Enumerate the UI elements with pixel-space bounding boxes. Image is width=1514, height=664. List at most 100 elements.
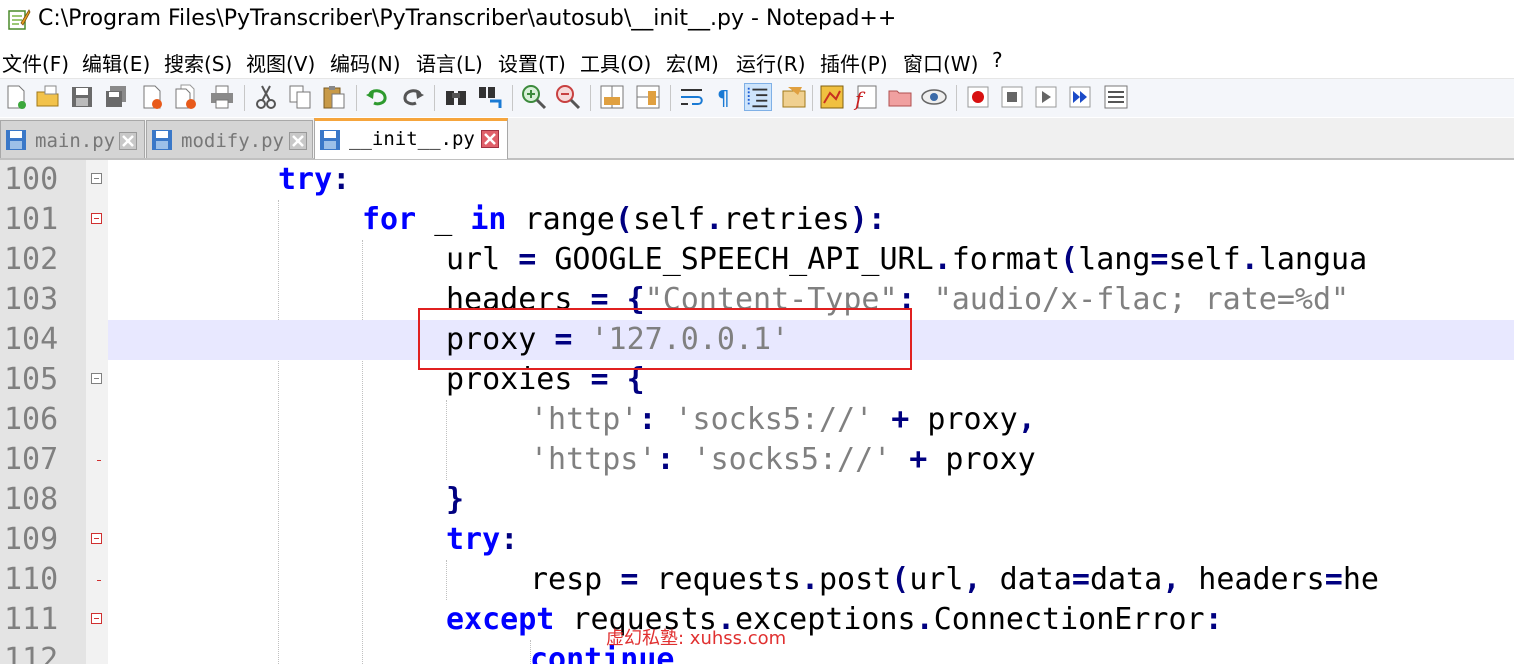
menu-encoding[interactable]: 编码(N): [330, 48, 401, 77]
line-number: 102: [4, 242, 59, 277]
menu-help[interactable]: ?: [992, 48, 1003, 72]
code-line[interactable]: 106 'http': 'socks5://' + proxy,: [0, 400, 1514, 440]
play-macro-icon[interactable]: [1032, 83, 1060, 111]
menu-file[interactable]: 文件(F): [2, 48, 69, 77]
toolbar-separator: [812, 85, 813, 111]
fold-toggle[interactable]: [91, 373, 102, 384]
svg-text:¶: ¶: [717, 86, 730, 110]
tab-close-icon[interactable]: [289, 132, 307, 150]
save-icon[interactable]: [68, 83, 96, 111]
code-text: try:: [446, 522, 519, 557]
new-file-icon[interactable]: [2, 83, 30, 111]
code-line[interactable]: 110 resp = requests.post(url, data=data,…: [0, 560, 1514, 600]
monitoring-icon[interactable]: [920, 83, 948, 111]
save-macro-icon[interactable]: [1102, 83, 1130, 111]
line-number: 100: [4, 162, 59, 197]
indent-guide-button[interactable]: [744, 83, 772, 111]
toolbar-separator: [670, 85, 671, 111]
tab-label: __init__.py: [349, 128, 475, 150]
line-number: 105: [4, 362, 59, 397]
print-icon[interactable]: [208, 83, 236, 111]
line-number: 110: [4, 562, 59, 597]
tab-close-icon[interactable]: [119, 132, 137, 150]
line-number: 103: [4, 282, 59, 317]
line-number: 112: [4, 642, 59, 664]
redo-icon[interactable]: [398, 83, 426, 111]
toolbar: ¶ f: [0, 78, 1514, 117]
toolbar-separator: [244, 85, 245, 111]
sync-vertical-icon[interactable]: [598, 83, 626, 111]
fold-end-marker: [97, 580, 101, 581]
zoom-in-icon[interactable]: [520, 83, 548, 111]
tab-main-py[interactable]: main.py: [0, 120, 145, 158]
tab-label: modify.py: [181, 130, 284, 152]
menu-macro[interactable]: 宏(M): [666, 48, 719, 77]
record-macro-icon[interactable]: [964, 83, 992, 111]
undo-icon[interactable]: [364, 83, 392, 111]
zoom-out-icon[interactable]: [554, 83, 582, 111]
code-line[interactable]: 100 try:: [0, 160, 1514, 200]
tab-modify-py[interactable]: modify.py: [146, 120, 313, 158]
menu-edit[interactable]: 编辑(E): [82, 48, 150, 77]
cut-icon[interactable]: [252, 83, 280, 111]
annotation-highlight-box: [418, 308, 912, 370]
function-list-icon[interactable]: f: [852, 83, 880, 111]
paste-icon[interactable]: [320, 83, 348, 111]
folder-workspace-icon[interactable]: [886, 83, 914, 111]
toolbar-separator: [590, 85, 591, 111]
sync-horizontal-icon[interactable]: [634, 83, 662, 111]
indent-guide-icon: [747, 87, 768, 108]
open-file-icon[interactable]: [34, 83, 62, 111]
copy-icon[interactable]: [286, 83, 314, 111]
stop-macro-icon[interactable]: [998, 83, 1026, 111]
fold-toggle[interactable]: [91, 173, 102, 184]
find-icon[interactable]: [442, 83, 470, 111]
close-all-icon[interactable]: [172, 83, 200, 111]
user-lang-icon[interactable]: [780, 83, 808, 111]
fold-toggle[interactable]: [91, 613, 102, 624]
close-icon[interactable]: [138, 83, 166, 111]
tab-init-py[interactable]: __init__.py: [314, 118, 508, 159]
title-bar: C:\Program Files\PyTranscriber\PyTranscr…: [0, 0, 1514, 40]
tab-close-icon[interactable]: [481, 130, 499, 148]
code-text: 'http': 'socks5://' + proxy,: [530, 402, 1036, 437]
file-saved-icon: [320, 130, 340, 150]
menu-run[interactable]: 运行(R): [736, 48, 806, 77]
window-title: C:\Program Files\PyTranscriber\PyTranscr…: [38, 6, 897, 31]
code-text: }: [446, 482, 465, 517]
file-saved-icon: [6, 130, 26, 150]
code-line[interactable]: 102 url = GOOGLE_SPEECH_API_URL.format(l…: [0, 240, 1514, 280]
line-number: 104: [4, 322, 59, 357]
code-text: resp = requests.post(url, data=data, hea…: [530, 562, 1379, 597]
fold-toggle[interactable]: [91, 533, 102, 544]
code-line[interactable]: 101 for _ in range(self.retries):: [0, 200, 1514, 240]
tab-label: main.py: [35, 130, 116, 152]
word-wrap-icon[interactable]: [678, 83, 706, 111]
line-number: 111: [4, 602, 59, 637]
code-editor[interactable]: 100 try: 101 for _ in range(self.retries…: [0, 160, 1514, 664]
code-line[interactable]: 107 'https': 'socks5://' + proxy: [0, 440, 1514, 480]
menu-settings[interactable]: 设置(T): [498, 48, 566, 77]
replace-icon[interactable]: [476, 83, 504, 111]
code-line[interactable]: 109 try:: [0, 520, 1514, 560]
run-macro-multiple-icon[interactable]: [1066, 83, 1094, 111]
notepad-plus-plus-icon: [8, 9, 31, 30]
menu-search[interactable]: 搜索(S): [164, 48, 232, 77]
watermark-text: 虚幻私塾: xuhss.com: [606, 628, 787, 649]
save-all-icon[interactable]: [102, 83, 130, 111]
menu-bar: 文件(F) 编辑(E) 搜索(S) 视图(V) 编码(N) 语言(L) 设置(T…: [0, 44, 1514, 78]
doc-map-icon[interactable]: [818, 83, 846, 111]
code-line[interactable]: 108 }: [0, 480, 1514, 520]
menu-view[interactable]: 视图(V): [246, 48, 315, 77]
tab-bar: main.py modify.py __init__.py: [0, 118, 1514, 160]
menu-window[interactable]: 窗口(W): [903, 48, 978, 77]
code-text: 'https': 'socks5://' + proxy: [530, 442, 1036, 477]
fold-end-marker: [97, 460, 101, 461]
code-text: url = GOOGLE_SPEECH_API_URL.format(lang=…: [446, 242, 1368, 277]
fold-toggle[interactable]: [91, 213, 102, 224]
line-number: 101: [4, 202, 59, 237]
menu-plugins[interactable]: 插件(P): [820, 48, 888, 77]
menu-language[interactable]: 语言(L): [416, 48, 483, 77]
menu-tools[interactable]: 工具(O): [580, 48, 651, 77]
show-all-chars-icon[interactable]: ¶: [710, 83, 738, 111]
